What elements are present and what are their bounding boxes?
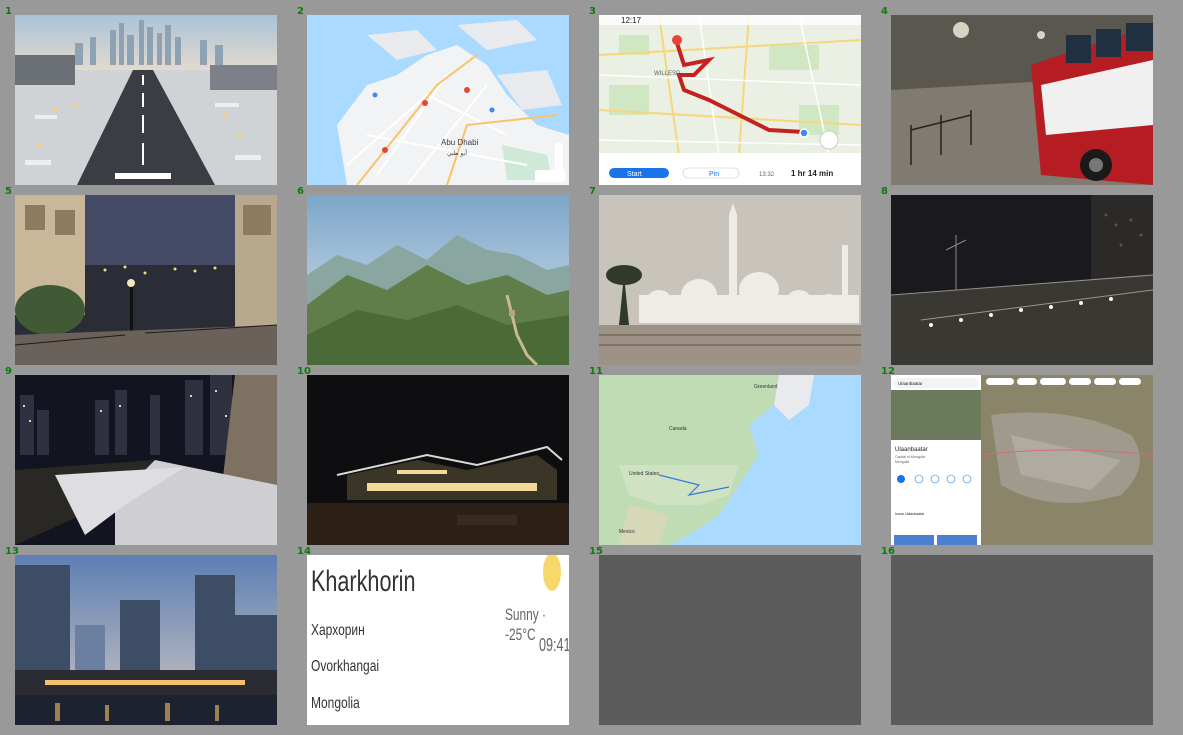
runway-image	[15, 15, 277, 185]
tile-number-1: 1	[5, 6, 12, 17]
navigation-screenshot: 12:17 WILLESD... Start Pin 13:32 1 hr 14…	[599, 15, 861, 185]
map-place-label: WILLESD...	[654, 71, 686, 77]
route-eta: 1 hr 14 min	[791, 169, 833, 178]
tile-number-5: 5	[5, 186, 12, 197]
tile-number-8: 8	[881, 186, 888, 197]
great-wall-photo	[307, 195, 569, 365]
night-walkway-photo	[891, 195, 1153, 365]
ulaanbaatar-map: Ulaanbaatar Ulaanbaatar Capital of Mongo…	[891, 375, 1153, 545]
bus-station-photo	[891, 15, 1153, 185]
image-tile-runway[interactable]	[15, 15, 277, 185]
sun-icon	[543, 555, 561, 591]
north-america-map: Canada Greenland United States Mexico	[599, 375, 861, 545]
pin-button-label: Pin	[709, 171, 719, 178]
image-tile-twilight-towers[interactable]	[15, 555, 277, 725]
place-title: Ulaanbaatar	[895, 447, 928, 453]
empty-tile	[891, 555, 1153, 725]
weather-time: 09:41	[539, 635, 569, 655]
image-tile-grand-mosque[interactable]	[599, 195, 861, 365]
start-button-label: Start	[627, 171, 642, 178]
arrival-time: 13:32	[759, 172, 775, 178]
image-tile-bus-station[interactable]	[891, 15, 1153, 185]
tile-number-9: 9	[5, 366, 12, 377]
tile-number-6: 6	[297, 186, 304, 197]
place-subtitle: Capital of Mongolia	[895, 455, 925, 459]
image-tile-ulaanbaatar-map[interactable]: Ulaanbaatar Ulaanbaatar Capital of Mongo…	[891, 375, 1153, 545]
search-input-value: Ulaanbaatar	[898, 381, 923, 386]
tile-number-4: 4	[881, 6, 888, 17]
image-tile-night-building[interactable]	[307, 375, 569, 545]
marina-night-photo	[15, 375, 277, 545]
map-label-mexico: Mexico	[619, 529, 635, 535]
image-tile-weather-kharkhorin[interactable]: Kharkhorin Хархорин Ovorkhangai Mongolia…	[307, 555, 569, 725]
grand-mosque-photo	[599, 195, 861, 365]
tile-number-7: 7	[589, 186, 596, 197]
weather-province: Ovorkhangai	[311, 658, 380, 675]
twilight-towers-photo	[15, 555, 277, 725]
weather-city: Kharkhorin	[311, 565, 416, 598]
iconic-heading: Iconic Ulaanbaatar	[895, 512, 925, 516]
weather-city-cyrillic: Хархорин	[311, 622, 365, 639]
image-tile-north-america-map[interactable]: Canada Greenland United States Mexico	[599, 375, 861, 545]
tile-number-2: 2	[297, 6, 304, 17]
empty-tile	[599, 555, 861, 725]
image-tile-marina-night[interactable]	[15, 375, 277, 545]
image-tile-great-wall[interactable]	[307, 195, 569, 365]
image-tile-night-walkway[interactable]	[891, 195, 1153, 365]
night-building-photo	[307, 375, 569, 545]
map-label-greenland: Greenland	[754, 384, 778, 390]
abu-dhabi-map: Abu Dhabi أبو ظبي	[307, 15, 569, 185]
image-tile-night-balcony[interactable]	[15, 195, 277, 365]
map-city-label: Abu Dhabi	[441, 138, 479, 147]
phone-clock: 12:17	[621, 16, 642, 25]
night-balcony-photo	[15, 195, 277, 365]
image-tile-abu-dhabi-map[interactable]: Abu Dhabi أبو ظبي	[307, 15, 569, 185]
image-tile-navigation[interactable]: 12:17 WILLESD... Start Pin 13:32 1 hr 14…	[599, 15, 861, 185]
map-city-label-arabic: أبو ظبي	[447, 149, 467, 157]
weather-country: Mongolia	[311, 695, 360, 712]
map-label-canada: Canada	[669, 426, 687, 432]
map-label-united-states: United States	[629, 471, 660, 477]
place-country: Mongolia	[895, 460, 909, 464]
tile-number-3: 3	[589, 6, 596, 17]
